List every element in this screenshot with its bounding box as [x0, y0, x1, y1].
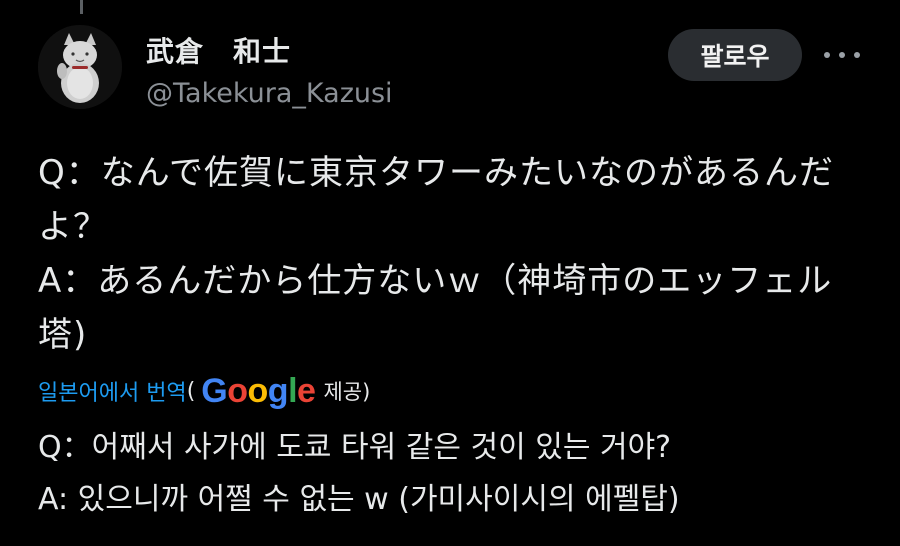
avatar[interactable] — [38, 25, 122, 109]
google-letter: l — [288, 371, 298, 410]
thread-connector-line — [80, 0, 83, 14]
more-dot — [854, 52, 860, 58]
tweet-line-question: Q：なんで佐賀に東京タワーみたいなのがあるんだよ？ — [38, 153, 835, 247]
more-dot — [824, 52, 830, 58]
more-dot — [839, 52, 845, 58]
maneki-neko-icon — [38, 25, 122, 109]
follow-button[interactable]: 팔로우 — [668, 29, 802, 81]
google-letter: G — [201, 371, 228, 410]
translated-line-answer: A: 있으니까 어쩔 수 없는 w (가미사이시의 에펠탑) — [38, 482, 680, 517]
display-name[interactable]: 武倉 和士 — [146, 30, 291, 70]
google-letter: o — [247, 371, 269, 410]
translation-attribution: 일본어에서 번역 ( Google 제공) — [38, 368, 370, 414]
more-horizontal-icon[interactable] — [824, 40, 860, 70]
google-letter: e — [297, 371, 316, 410]
tweet-line-answer: A：あるんだから仕方ないｗ（神埼市のエッフェル塔) — [38, 261, 833, 355]
translated-from-link[interactable]: 일본어에서 번역 — [38, 375, 187, 407]
open-paren: ( — [186, 378, 196, 404]
user-handle[interactable]: @Takekura_Kazusi — [146, 78, 393, 109]
google-letter: g — [267, 371, 289, 410]
tweet-body: Q：なんで佐賀に東京タワーみたいなのがあるんだよ？ A：あるんだから仕方ないｗ（… — [38, 146, 868, 362]
google-letter: o — [227, 371, 248, 410]
translated-line-question: Q：어째서 사가에 도쿄 타워 같은 것이 있는 거야? — [38, 430, 672, 465]
provided-label: 제공) — [323, 380, 371, 404]
google-logo: Google — [201, 371, 316, 411]
translated-body: Q：어째서 사가에 도쿄 타워 같은 것이 있는 거야? A: 있으니까 어쩔 … — [38, 422, 868, 526]
